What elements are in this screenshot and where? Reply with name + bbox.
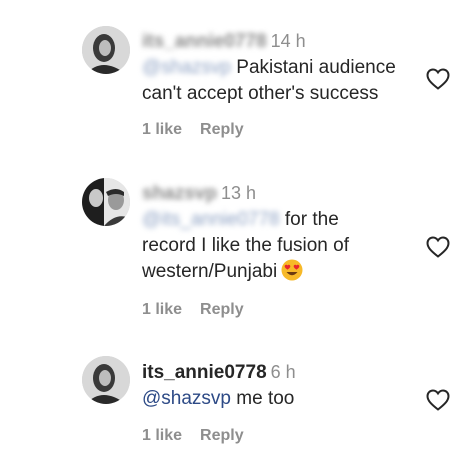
comment-time: 14 h <box>270 31 306 51</box>
heart-outline-icon[interactable] <box>426 389 450 411</box>
heart-outline-icon[interactable] <box>426 236 450 258</box>
comment-mention[interactable]: @shazsvp <box>142 57 231 78</box>
reply-button[interactable]: Reply <box>200 301 244 318</box>
comment-text-line3: western/Punjabi <box>142 261 278 282</box>
likes-count[interactable]: 1 like <box>142 301 182 318</box>
heart-eyes-emoji <box>281 259 303 281</box>
comment-actions: 1 like Reply <box>142 427 262 445</box>
comment-actions: 1 like Reply <box>142 121 262 139</box>
comment-username[interactable]: shazsvp <box>142 183 217 204</box>
comment-text-line2: can't accept other's success <box>142 83 379 104</box>
comment-username[interactable]: its_annie0778 <box>142 31 267 52</box>
comment-text: for the <box>279 209 339 230</box>
reply-button[interactable]: Reply <box>200 121 244 138</box>
avatar[interactable] <box>82 178 130 226</box>
comment-mention[interactable]: @its_annie0778 <box>142 209 280 230</box>
comment-actions: 1 like Reply <box>142 301 262 319</box>
comment-text: Pakistani audience <box>231 57 396 78</box>
avatar[interactable] <box>82 356 130 404</box>
comment-username[interactable]: its_annie0778 <box>142 362 267 383</box>
heart-outline-icon[interactable] <box>426 68 450 90</box>
comment-time: 13 h <box>220 183 257 203</box>
comment-text: me too <box>231 388 295 409</box>
avatar[interactable] <box>82 26 130 74</box>
reply-button[interactable]: Reply <box>200 427 244 444</box>
likes-count[interactable]: 1 like <box>142 121 182 138</box>
likes-count[interactable]: 1 like <box>142 427 182 444</box>
comment-mention[interactable]: @shazsvp <box>142 388 231 409</box>
comment-text-line2: record I like the fusion of <box>142 235 349 256</box>
comment-time: 6 h <box>270 362 296 382</box>
